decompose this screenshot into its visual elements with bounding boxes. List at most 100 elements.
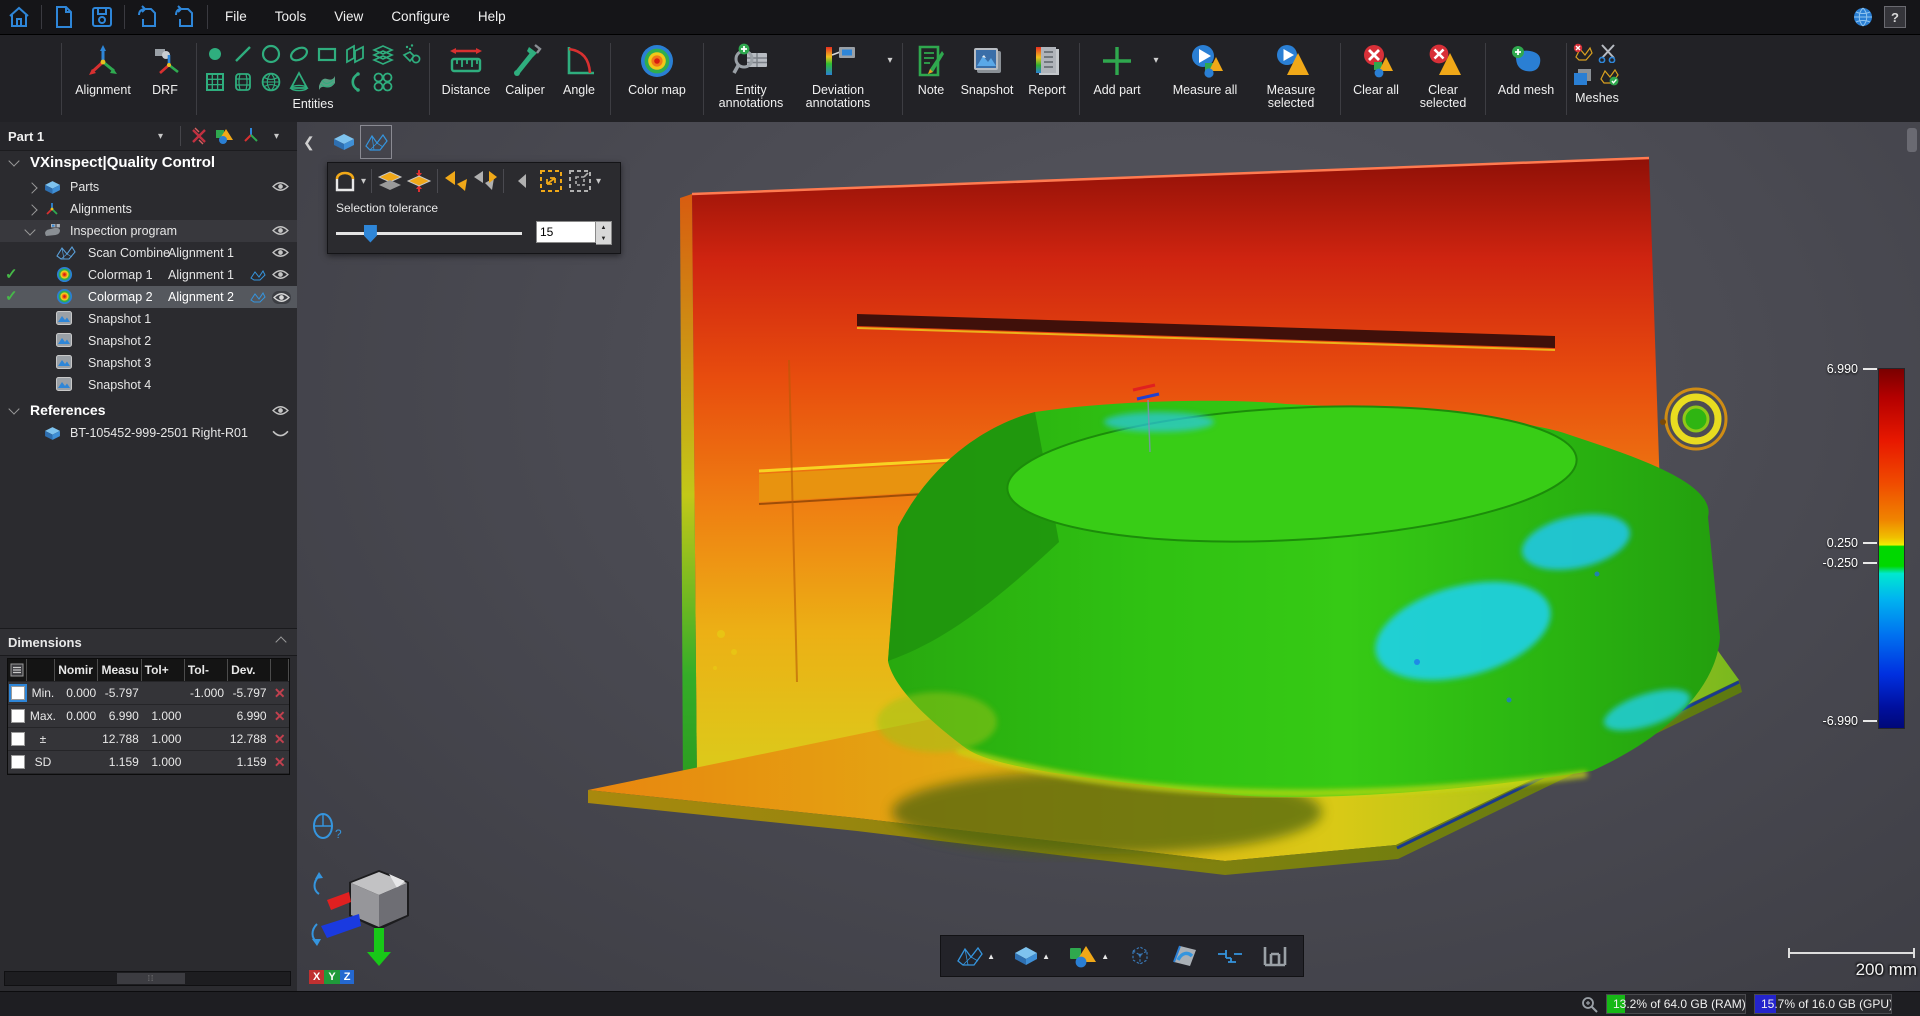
list-menu-icon[interactable]: [10, 663, 24, 677]
col-dev[interactable]: Dev.: [228, 659, 271, 681]
table-row-sd[interactable]: SD 1.159 1.000 1.159 ✕: [8, 751, 289, 774]
annotations-dropdown-caret[interactable]: ▾: [883, 55, 897, 66]
tree-root[interactable]: VXinspect|Quality Control: [0, 150, 297, 174]
tree-item-colormap-1[interactable]: ✓ Colormap 1 Alignment 1: [0, 264, 297, 286]
tab-cad-view[interactable]: [329, 126, 359, 158]
tree-item-parts[interactable]: Parts: [0, 176, 297, 198]
eye-icon[interactable]: [272, 291, 291, 304]
histogram-button[interactable]: [1262, 944, 1288, 968]
menu-configure[interactable]: Configure: [377, 0, 464, 34]
collapse-chevron-icon[interactable]: [277, 633, 285, 651]
snapshot-button[interactable]: Snapshot: [954, 35, 1020, 123]
free-selection-icon[interactable]: [332, 168, 358, 194]
delete-icon[interactable]: ✕: [274, 754, 286, 771]
grow-selection-icon[interactable]: [538, 168, 564, 194]
cone-entity-icon[interactable]: [286, 69, 312, 95]
tree-item-colormap-2-selected[interactable]: ✓ Colormap 2 Alignment 2: [0, 286, 297, 308]
add-part-button[interactable]: Add part: [1085, 35, 1149, 123]
tolerance-spinner[interactable]: ▲▼: [596, 221, 612, 245]
circle-pattern-entity-icon[interactable]: [370, 69, 396, 95]
entity-annotations-button[interactable]: Entity annotations: [709, 35, 793, 123]
clear-all-button[interactable]: Clear all: [1346, 35, 1406, 123]
validate-mesh-icon[interactable]: [1598, 67, 1622, 89]
delete-measures-icon[interactable]: [190, 127, 208, 145]
eye-icon[interactable]: [272, 225, 289, 236]
surface-entity-icon[interactable]: [314, 69, 340, 95]
tree-item-inspection-program[interactable]: Inspection program: [0, 220, 297, 242]
eye-icon[interactable]: [272, 405, 289, 416]
col-tol-minus[interactable]: Tol-: [185, 659, 228, 681]
filter-dropdown-caret[interactable]: ▾: [274, 131, 279, 142]
cylinder-entity-icon[interactable]: [230, 69, 256, 95]
col-measured[interactable]: Measu: [98, 659, 141, 681]
angle-button[interactable]: Angle: [553, 35, 605, 123]
dimensions-panel-header[interactable]: Dimensions: [0, 628, 297, 656]
alignment-button[interactable]: Alignment: [67, 35, 139, 123]
tab-mesh-view[interactable]: [361, 126, 391, 158]
tree-item-snapshot-1[interactable]: Snapshot 1: [0, 308, 297, 330]
menu-file[interactable]: File: [211, 0, 261, 34]
selection-mode-caret[interactable]: ▾: [361, 176, 366, 187]
navigation-cube[interactable]: ?: [301, 810, 431, 968]
distance-button[interactable]: Distance: [435, 35, 497, 123]
tree-references[interactable]: References: [0, 398, 297, 422]
grid-plane-entity-icon[interactable]: [202, 69, 228, 95]
new-session-button[interactable]: [45, 2, 83, 32]
select-visible-icon[interactable]: [377, 168, 403, 194]
part-selector[interactable]: Part 1: [8, 129, 44, 144]
alignment-filter-icon[interactable]: [242, 126, 260, 144]
table-row-plusminus[interactable]: ± 12.788 1.000 12.788 ✕: [8, 728, 289, 751]
flip-normals-icon[interactable]: [472, 168, 498, 194]
row-checkbox[interactable]: [11, 686, 25, 700]
line-entity-icon[interactable]: [230, 41, 256, 67]
help-icon[interactable]: ?: [1884, 6, 1906, 28]
table-row-max[interactable]: Max. 0.000 6.990 1.000 6.990 ✕: [8, 705, 289, 728]
add-mesh-button[interactable]: Add mesh: [1491, 35, 1561, 123]
shrink-selection-icon[interactable]: [567, 168, 593, 194]
point-entity-icon[interactable]: [202, 41, 228, 67]
entities-display-button[interactable]: ▲: [1068, 944, 1109, 968]
home-button[interactable]: [0, 2, 38, 32]
clear-selected-button[interactable]: Clear selected: [1406, 35, 1480, 123]
tree-item-snapshot-3[interactable]: Snapshot 3: [0, 352, 297, 374]
plane-entity-icon[interactable]: [342, 41, 368, 67]
menu-help[interactable]: Help: [464, 0, 520, 34]
save-button[interactable]: [83, 2, 121, 32]
flip-selection-icon[interactable]: [443, 168, 469, 194]
part-selector-caret[interactable]: ▾: [158, 131, 163, 142]
caliper-button[interactable]: Caliper: [497, 35, 553, 123]
eye-icon[interactable]: [272, 181, 289, 192]
mesh-display-button[interactable]: ▲: [956, 945, 995, 967]
tree-item-reference-part[interactable]: BT-105452-999-2501 Right-R01: [0, 422, 297, 444]
colormap-button[interactable]: Color map: [616, 35, 698, 123]
add-part-dropdown-caret[interactable]: ▾: [1149, 55, 1163, 66]
export-session-button[interactable]: [166, 2, 204, 32]
collapse-panel-icon[interactable]: ❮: [303, 134, 315, 151]
table-row-min[interactable]: Min. 0.000 -5.797 -1.000 -5.797 ✕: [8, 682, 289, 705]
row-checkbox[interactable]: [11, 709, 25, 723]
eye-icon[interactable]: [272, 247, 289, 258]
delete-mesh-icon[interactable]: [1572, 43, 1596, 65]
circle-entity-icon[interactable]: [258, 41, 284, 67]
measure-all-button[interactable]: Measure all: [1163, 35, 1247, 123]
deviation-annotations-button[interactable]: Deviation annotations: [793, 35, 883, 123]
cross-section-profile-button[interactable]: [1216, 944, 1244, 968]
row-checkbox[interactable]: [11, 755, 25, 769]
globe-icon[interactable]: [1852, 6, 1874, 28]
delete-icon[interactable]: ✕: [274, 708, 286, 725]
sidebar-horizontal-scrollbar[interactable]: ⁞⁞: [4, 971, 291, 986]
col-tol-plus[interactable]: Tol+: [142, 659, 185, 681]
eye-icon[interactable]: [272, 269, 289, 280]
bounding-box-button[interactable]: [1127, 944, 1153, 968]
import-session-button[interactable]: [128, 2, 166, 32]
delete-icon[interactable]: ✕: [274, 685, 286, 702]
measure-selected-button[interactable]: Measure selected: [1247, 35, 1335, 123]
3d-viewport[interactable]: ❮ ▾ ▾ Selection tolerance: [297, 122, 1920, 992]
report-button[interactable]: Report: [1020, 35, 1074, 123]
curve-entity-icon[interactable]: [342, 69, 368, 95]
xyz-axis-badge[interactable]: XYZ: [309, 970, 354, 984]
freeform-entity-icon[interactable]: [398, 41, 424, 67]
drf-button[interactable]: DRF: [139, 35, 191, 123]
selection-options-caret[interactable]: ▾: [596, 176, 601, 187]
tolerance-slider[interactable]: [336, 232, 522, 235]
